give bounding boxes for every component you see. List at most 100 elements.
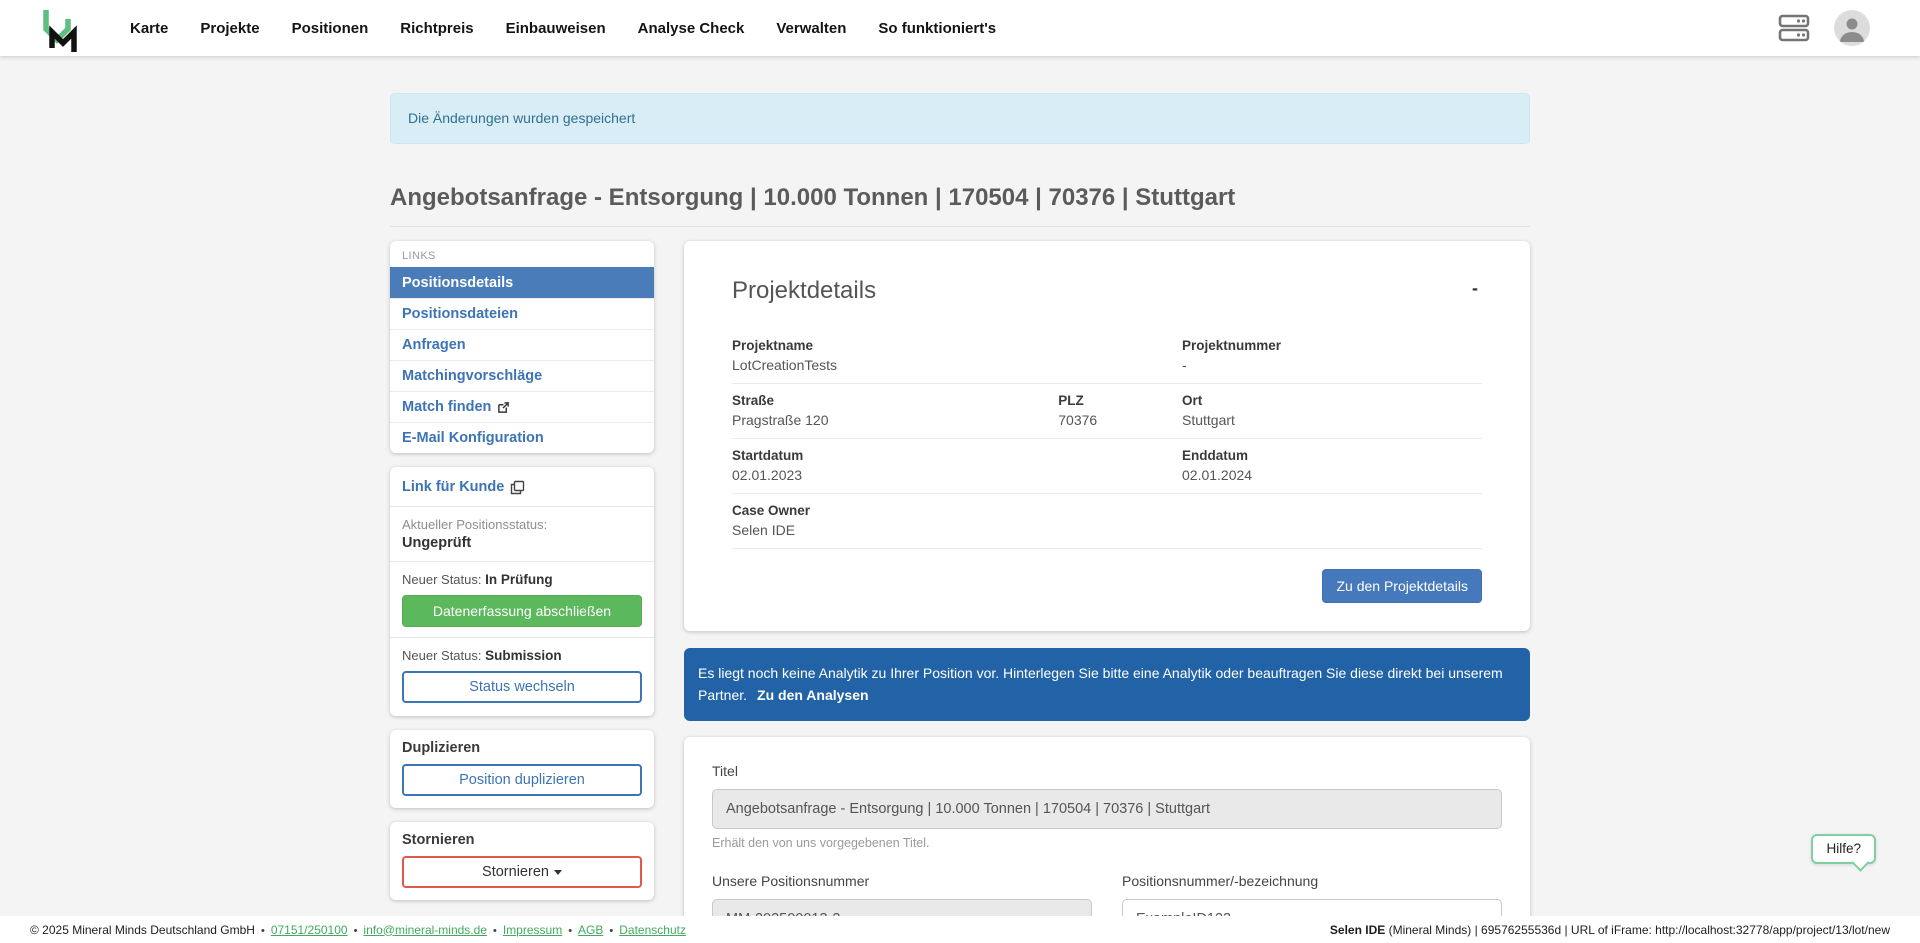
titel-field-group: Titel Erhält den von uns vorgegebenen Ti… [712,763,1502,850]
nav-item-projekte[interactable]: Projekte [200,20,259,37]
field-value: 02.01.2023 [732,467,1058,483]
field-label: Case Owner [732,503,1058,518]
field-label: PLZ [1058,393,1182,408]
footer-separator [493,923,497,937]
field-projektname: Projektname LotCreationTests [732,338,1058,373]
position-number-label: Positionsnummer/-bezeichnung [1122,873,1318,889]
collapse-icon[interactable]: - [1468,277,1482,299]
sidebar-links-list: Positionsdetails Positionsdateien Anfrag… [390,267,654,453]
current-status-value: Ungeprüft [402,535,642,551]
new-status-line-1: Neuer Status: In Prüfung [402,572,642,587]
duplicate-card: Duplizieren Position duplizieren [390,730,654,808]
nav-item-so-funktionierts[interactable]: So funktioniert's [878,20,996,37]
field-label: Projektname [732,338,1058,353]
nav-item-einbauweisen[interactable]: Einbauweisen [506,20,606,37]
server-icon[interactable] [1778,13,1810,43]
sidebar-item-label: Match finden [402,399,491,415]
project-details-card: Projektdetails - Projektname LotCreation… [684,241,1530,631]
sidebar: LINKS Positionsdetails Positionsdateien … [390,241,654,914]
current-status-label: Aktueller Positionsstatus: [402,517,642,532]
field-value: Selen IDE [732,522,1058,538]
topbar-right [1778,10,1870,46]
titel-helper: Erhält den von uns vorgegebenen Titel. [712,836,1502,850]
switch-status-button[interactable]: Status wechseln [402,671,642,703]
titel-label: Titel [712,763,738,779]
footer-link-email[interactable]: info@mineral-minds.de [363,923,487,937]
divider [390,561,654,562]
our-position-number-label: Unsere Positionsnummer [712,873,869,889]
footer-link-datenschutz[interactable]: Datenschutz [619,923,686,937]
sidebar-item-email-konfiguration[interactable]: E-Mail Konfiguration [390,422,654,453]
field-value: Pragstraße 120 [732,412,1058,428]
divider [390,506,654,507]
new-status-value: Submission [485,648,562,663]
project-field-row: Startdatum 02.01.2023 Enddatum 02.01.202… [732,439,1482,494]
nav-item-richtpreis[interactable]: Richtpreis [400,20,473,37]
external-link-icon [497,401,510,414]
footer-link-impressum[interactable]: Impressum [503,923,562,937]
new-status-label: Neuer Status: [402,572,485,587]
footer-separator [261,923,265,937]
footer-separator [568,923,572,937]
sidebar-item-positionsdetails[interactable]: Positionsdetails [390,267,654,298]
field-label: Projektnummer [1182,338,1482,353]
footer-link-phone[interactable]: 07151/250100 [271,923,348,937]
project-field-row: Straße Pragstraße 120 PLZ 70376 Ort Stut… [732,384,1482,439]
nav-item-analyse-check[interactable]: Analyse Check [638,20,745,37]
field-value: LotCreationTests [732,357,1058,373]
main-nav: Karte Projekte Positionen Richtpreis Ein… [130,20,996,37]
new-status-line-2: Neuer Status: Submission [402,648,642,663]
sidebar-item-matchingvorschlaege[interactable]: Matchingvorschläge [390,360,654,391]
chevron-down-icon [554,870,562,875]
links-header: LINKS [390,241,654,267]
sidebar-item-label: Positionsdateien [402,306,518,322]
cancel-dropdown-button[interactable]: Stornieren [402,856,642,888]
go-to-project-details-button[interactable]: Zu den Projektdetails [1322,569,1482,603]
position-form-card: Titel Erhält den von uns vorgegebenen Ti… [684,737,1530,943]
mineral-minds-logo-icon[interactable] [40,7,82,53]
status-card: Link für Kunde Aktueller Positionsstatus… [390,467,654,716]
nav-item-positionen[interactable]: Positionen [292,20,369,37]
footer-session-details: (Mineral Minds) | 69576255536d | URL of … [1385,923,1890,937]
sidebar-item-label: Matchingvorschläge [402,368,542,384]
person-icon [1834,10,1870,46]
sidebar-item-positionsdateien[interactable]: Positionsdateien [390,298,654,329]
new-status-value: In Prüfung [485,572,553,587]
sidebar-item-match-finden[interactable]: Match finden [390,391,654,422]
cancel-title: Stornieren [402,832,642,848]
field-label: Startdatum [732,448,1058,463]
top-navigation-bar: Karte Projekte Positionen Richtpreis Ein… [0,0,1920,56]
footer-session-info: Selen IDE (Mineral Minds) | 69576255536d… [1330,923,1890,937]
saved-alert-text: Die Änderungen wurden gespeichert [408,110,635,126]
footer-separator [609,923,613,937]
cancel-dropdown-label: Stornieren [482,864,549,880]
sidebar-item-anfragen[interactable]: Anfragen [390,329,654,360]
nav-item-verwalten[interactable]: Verwalten [776,20,846,37]
user-avatar[interactable] [1834,10,1870,46]
footer-separator [354,923,358,937]
go-to-analyses-link[interactable]: Zu den Analysen [757,687,869,703]
customer-link[interactable]: Link für Kunde [402,479,525,495]
field-value: 70376 [1058,412,1182,428]
help-button[interactable]: Hilfe? [1811,834,1876,864]
field-value: 02.01.2024 [1182,467,1482,483]
customer-link-label: Link für Kunde [402,479,504,495]
copy-icon [510,480,525,495]
analytics-banner: Es liegt noch keine Analytik zu Ihrer Po… [684,648,1530,721]
sidebar-item-label: Positionsdetails [402,275,513,291]
duplicate-title: Duplizieren [402,740,642,756]
finish-data-entry-button[interactable]: Datenerfassung abschließen [402,595,642,627]
saved-alert: Die Änderungen wurden gespeichert [390,93,1530,144]
cancel-card: Stornieren Stornieren [390,822,654,900]
footer: © 2025 Mineral Minds Deutschland GmbH 07… [0,916,1920,943]
duplicate-position-button[interactable]: Position duplizieren [402,764,642,796]
nav-item-karte[interactable]: Karte [130,20,168,37]
field-case-owner: Case Owner Selen IDE [732,503,1058,538]
sidebar-links-card: LINKS Positionsdetails Positionsdateien … [390,241,654,453]
footer-link-agb[interactable]: AGB [578,923,603,937]
field-startdatum: Startdatum 02.01.2023 [732,448,1058,483]
project-field-row: Case Owner Selen IDE [732,494,1482,549]
divider [390,637,654,638]
field-value: Stuttgart [1182,412,1482,428]
footer-left: © 2025 Mineral Minds Deutschland GmbH 07… [30,923,686,937]
